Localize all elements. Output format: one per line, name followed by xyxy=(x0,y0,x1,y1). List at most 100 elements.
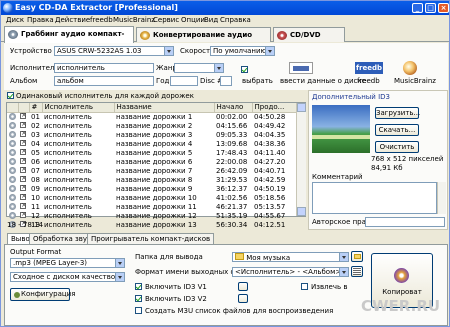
naming-help-button[interactable] xyxy=(351,266,363,277)
copyright-field[interactable] xyxy=(365,217,445,227)
track-checkbox-icon[interactable] xyxy=(20,212,27,218)
table-row[interactable]: 07 исполнитель название дорожки 7 26:42.09 0… xyxy=(7,166,296,176)
tab-convert[interactable]: Конвертирование аудио форматов xyxy=(136,27,271,53)
track-checkbox-icon[interactable] xyxy=(20,167,27,173)
track-artist: исполнитель xyxy=(44,212,92,220)
comment-scrollbar[interactable] xyxy=(437,182,446,214)
m3u-checkbox[interactable] xyxy=(135,307,142,314)
track-start: 26:42.09 xyxy=(216,167,248,175)
track-list: # Исполнитель Название Начало Продо... 0… xyxy=(6,102,306,229)
table-row[interactable]: 08 исполнитель название дорожки 8 31:29.53 0… xyxy=(7,175,296,185)
window-title: Easy CD-DA Extractor [Professional] xyxy=(15,3,178,12)
save-cover-button[interactable]: Скачать... xyxy=(375,124,419,136)
table-row[interactable]: 10 исполнитель название дорожки 10 41:02.56… xyxy=(7,193,296,203)
configuration-button[interactable]: Конфигурация xyxy=(10,288,75,301)
tab-cd-creator[interactable]: CD/DVD Creator xyxy=(273,27,345,53)
table-row[interactable]: 04 исполнитель название дорожки 4 13:09.68 0… xyxy=(7,139,296,149)
table-row[interactable]: 05 исполнитель название дорожки 5 17:48.43 0… xyxy=(7,148,296,158)
track-checkbox-icon[interactable] xyxy=(20,194,27,200)
output-folder-select[interactable]: Моя музыка xyxy=(232,252,349,262)
folder-icon xyxy=(235,253,244,260)
file-naming-select[interactable]: <Исполнитель> - <Альбом>\<Номер xyxy=(232,267,349,277)
menu-edit[interactable]: Правка xyxy=(27,16,54,24)
track-length: 04:40.71 xyxy=(254,167,286,175)
freedb-logo-icon[interactable]: freedb xyxy=(355,62,383,74)
track-checkbox-icon[interactable] xyxy=(20,158,27,164)
table-row[interactable]: 13исполнительназвание дорожки 1356:30.34… xyxy=(7,220,296,230)
track-checkbox-icon[interactable] xyxy=(20,140,27,146)
album-field[interactable]: альбом xyxy=(54,76,154,86)
track-checkbox-icon[interactable] xyxy=(20,185,27,191)
freedb-label: freedb xyxy=(357,77,380,85)
scroll-up-icon[interactable] xyxy=(297,103,306,112)
column-title[interactable]: Название xyxy=(114,103,215,113)
track-length: 04:38.36 xyxy=(254,140,286,148)
menu-freedb[interactable]: freedb xyxy=(90,16,113,24)
track-number: 11 xyxy=(31,203,40,211)
table-row[interactable]: 01 исполнитель название дорожки 1 00:02.00 0… xyxy=(7,112,296,122)
track-checkbox-icon[interactable] xyxy=(20,149,27,155)
track-checkbox-icon[interactable] xyxy=(20,122,27,128)
scroll-down-icon[interactable] xyxy=(297,207,306,216)
column-length[interactable]: Продо... xyxy=(252,103,297,113)
track-start: 22:00.08 xyxy=(216,158,248,166)
same-artist-label: Одинаковый исполнитель для каждой дороже… xyxy=(16,92,194,100)
tab-cd-player[interactable]: Проигрыватель компакт-дисков xyxy=(87,233,215,244)
load-cover-button[interactable]: Загрузить... xyxy=(375,107,420,119)
maximize-button[interactable]: □ xyxy=(425,3,436,13)
table-row[interactable]: 12 исполнитель название дорожки 12 51:35.19… xyxy=(7,211,296,221)
main-tabs: Граббинг аудио компакт-дисков Конвертиро… xyxy=(1,26,449,53)
track-number: 07 xyxy=(31,167,40,175)
comment-field[interactable] xyxy=(312,182,437,214)
menu-service[interactable]: Сервис xyxy=(153,16,179,24)
tab-ripping[interactable]: Граббинг аудио компакт-дисков xyxy=(4,26,134,52)
table-row[interactable]: 11 исполнитель название дорожки 11 46:21.37… xyxy=(7,202,296,212)
id3v1-checkbox[interactable] xyxy=(135,283,142,290)
artist-field[interactable]: исполнитель xyxy=(54,63,154,73)
minimize-button[interactable]: _ xyxy=(412,3,423,13)
speed-select[interactable]: По умолчанию xyxy=(210,46,275,56)
menu-help[interactable]: Справка xyxy=(220,16,251,24)
id3-title: Дополнительный ID3 xyxy=(312,93,390,101)
device-select[interactable]: ASUS CRW-5232AS 1.03 xyxy=(54,46,174,56)
track-checkbox-icon[interactable] xyxy=(20,112,27,119)
eject-checkbox[interactable] xyxy=(301,283,308,290)
genre-select[interactable] xyxy=(174,63,224,73)
clear-cover-button[interactable]: Очистить xyxy=(375,141,419,153)
close-button[interactable]: × xyxy=(438,3,449,13)
table-row[interactable]: 09 исполнитель название дорожки 9 36:12.37 0… xyxy=(7,184,296,194)
browse-folder-button[interactable] xyxy=(351,251,363,262)
table-row[interactable]: 06 исполнитель название дорожки 6 22:00.08 0… xyxy=(7,157,296,167)
select-checkbox[interactable] xyxy=(241,66,248,73)
table-row[interactable]: 03 исполнитель название дорожки 3 09:05.33 0… xyxy=(7,130,296,140)
track-scrollbar[interactable] xyxy=(296,103,306,216)
menu-musicbrainz[interactable]: MusicBrainz xyxy=(113,16,155,24)
track-length: 04:50.19 xyxy=(254,185,286,193)
column-artist[interactable]: Исполнитель xyxy=(42,103,115,113)
column-number[interactable]: # xyxy=(29,103,43,113)
table-row[interactable]: 02 исполнитель название дорожки 2 04:15.66 0… xyxy=(7,121,296,131)
id3v2-checkbox[interactable] xyxy=(135,295,142,302)
device-label: Устройство xyxy=(10,47,52,55)
track-title: название дорожки 2 xyxy=(116,122,193,130)
year-field[interactable] xyxy=(170,76,198,86)
disc-data-icon[interactable] xyxy=(289,62,313,74)
app-window: Easy CD-DA Extractor [Professional] _ □ … xyxy=(0,0,450,327)
track-artist: исполнитель xyxy=(44,113,92,121)
id3v2-settings-button[interactable] xyxy=(238,294,248,303)
track-checkbox-icon[interactable] xyxy=(20,131,27,137)
same-artist-checkbox[interactable] xyxy=(7,92,14,99)
format-select[interactable]: .mp3 (MPEG Layer-3) xyxy=(10,258,125,268)
menu-action[interactable]: Действие xyxy=(55,16,90,24)
quality-select[interactable]: Сходное с диском качество xyxy=(10,272,125,282)
track-checkbox-icon[interactable] xyxy=(20,176,27,182)
menu-disk[interactable]: Диск xyxy=(6,16,24,24)
column-start[interactable]: Начало xyxy=(214,103,253,113)
menu-options[interactable]: Опции xyxy=(181,16,205,24)
disc-number-field[interactable] xyxy=(220,76,232,86)
config-icon xyxy=(14,292,20,298)
id3v1-settings-button[interactable] xyxy=(238,282,248,291)
menu-view[interactable]: Вид xyxy=(204,16,218,24)
track-checkbox-icon[interactable] xyxy=(20,203,27,209)
musicbrainz-icon[interactable] xyxy=(403,61,417,75)
